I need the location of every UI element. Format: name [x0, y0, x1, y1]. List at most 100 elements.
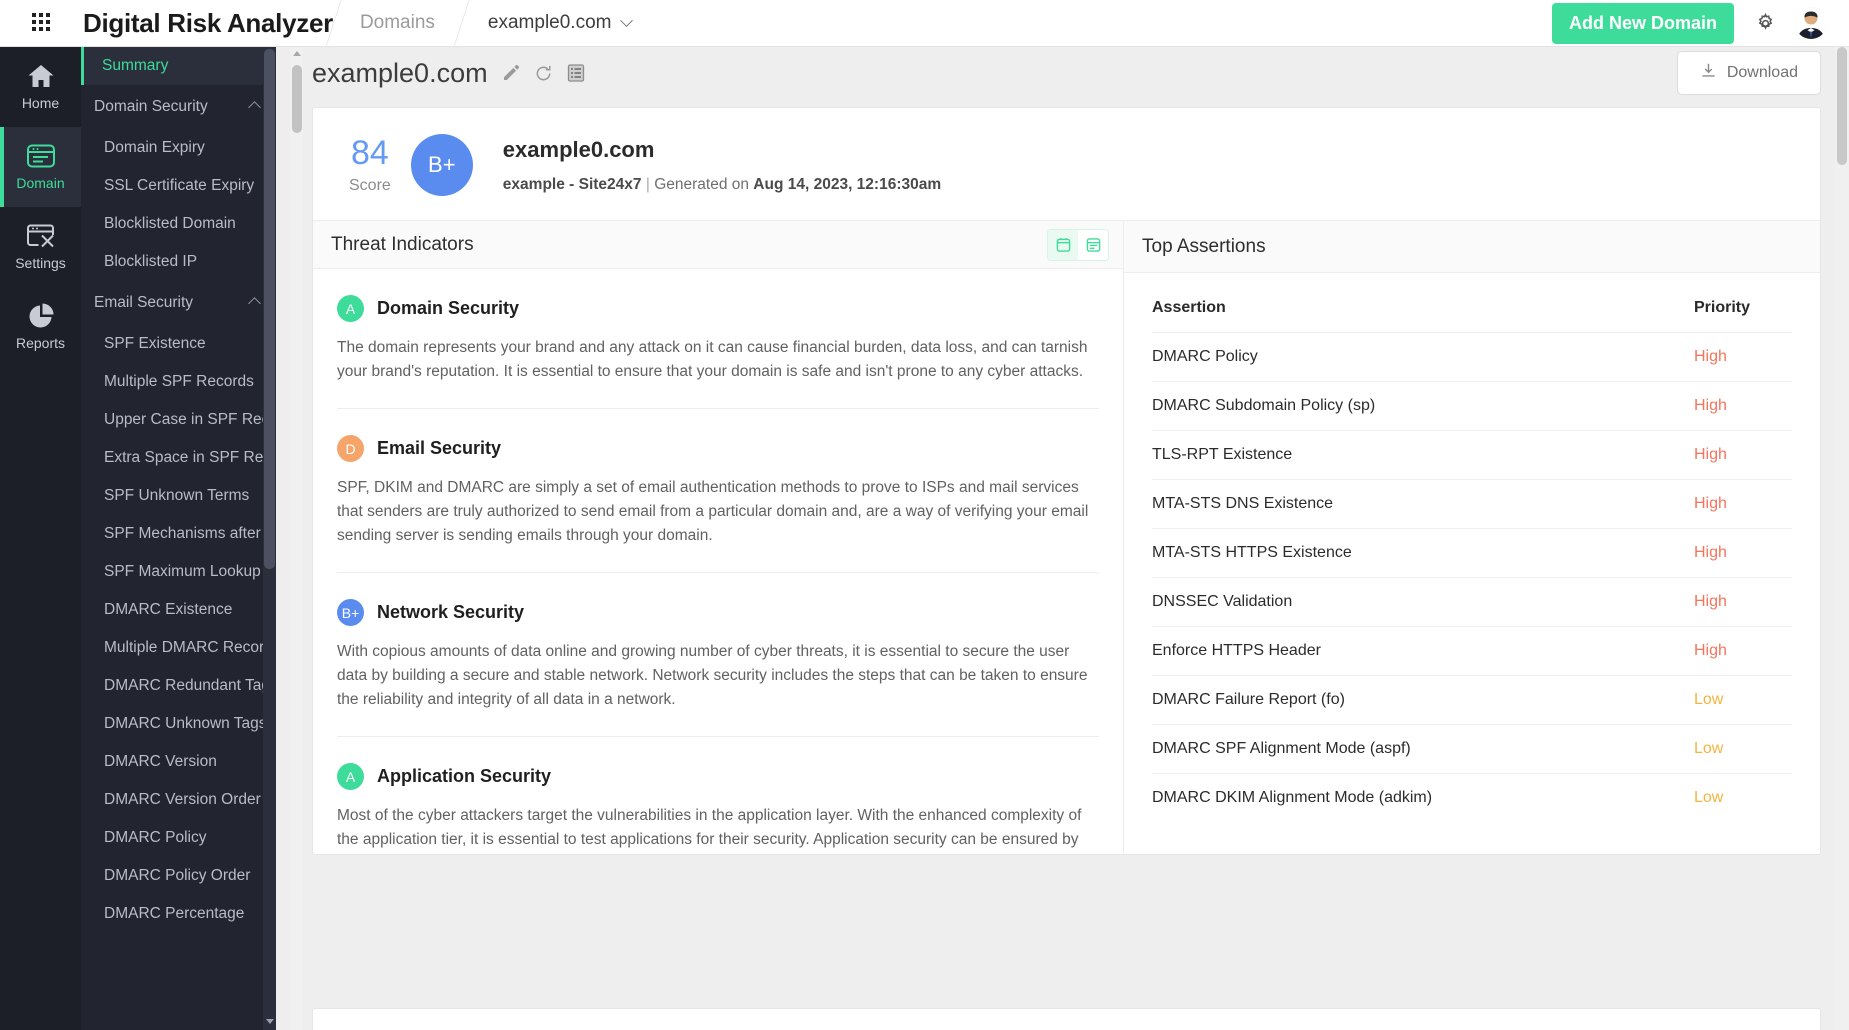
- primary-nav-rail: Home Domain Settings Reports: [0, 47, 81, 1030]
- sidebar-item-1-11[interactable]: DMARC Version: [81, 743, 276, 781]
- sidebar-item-1-3[interactable]: Extra Space in SPF Record: [81, 439, 276, 477]
- table-row[interactable]: DMARC SPF Alignment Mode (aspf) Low: [1152, 724, 1792, 774]
- domain-window-icon: [26, 143, 56, 169]
- score-block: 84 Score: [349, 136, 391, 195]
- table-row[interactable]: DMARC Failure Report (fo) Low: [1152, 675, 1792, 725]
- sidebar-scrollbar[interactable]: [263, 47, 276, 1030]
- sidebar-item-settings[interactable]: Settings: [0, 207, 81, 287]
- assertion-priority: Low: [1694, 789, 1724, 806]
- board-columns: Threat Indicators A Domain Security The …: [313, 221, 1820, 854]
- view-toggle-group: [1047, 228, 1109, 261]
- summary-board: 84 Score B+ example0.com example - Site2…: [312, 107, 1821, 855]
- grid-apps-icon[interactable]: [32, 13, 52, 33]
- list-view-icon[interactable]: [1078, 229, 1108, 260]
- content-scrollbar[interactable]: [290, 47, 303, 1030]
- main-scrollbar[interactable]: [1835, 47, 1849, 1030]
- threat-indicator-head: A Application Security: [337, 763, 1099, 791]
- card-view-icon[interactable]: [1048, 229, 1078, 260]
- chevron-up-icon: [248, 100, 261, 114]
- sidebar-item-1-1[interactable]: Multiple SPF Records: [81, 363, 276, 401]
- table-row[interactable]: TLS-RPT Existence High: [1152, 430, 1792, 480]
- breadcrumb-domains[interactable]: Domains: [334, 0, 461, 47]
- sidebar-item-0-2[interactable]: Blocklisted Domain: [81, 205, 276, 243]
- threat-indicator-description: Most of the cyber attackers target the v…: [337, 807, 1082, 849]
- sidebar-item-0-1[interactable]: SSL Certificate Expiry: [81, 167, 276, 205]
- assertion-priority: High: [1682, 381, 1792, 431]
- sidebar-scroll-down-icon[interactable]: [263, 1012, 276, 1030]
- add-new-domain-button[interactable]: Add New Domain: [1551, 2, 1734, 44]
- table-row[interactable]: DNSSEC Validation High: [1152, 577, 1792, 627]
- threat-indicator-description: With copious amounts of data online and …: [337, 643, 1088, 709]
- content-scrollbar-thumb[interactable]: [292, 65, 302, 133]
- content-scroll-up-icon[interactable]: [292, 51, 301, 56]
- table-row[interactable]: MTA-STS HTTPS Existence High: [1152, 528, 1792, 578]
- next-section-card: [312, 1008, 1821, 1030]
- sidebar-item-1-8[interactable]: Multiple DMARC Records: [81, 629, 276, 667]
- column-header-priority: Priority: [1682, 273, 1792, 333]
- sidebar-item-summary[interactable]: Summary: [81, 47, 276, 85]
- assertion-priority: Low: [1682, 724, 1792, 774]
- main-scrollbar-thumb[interactable]: [1837, 47, 1847, 165]
- threat-indicators-title: Threat Indicators: [331, 233, 474, 255]
- sidebar-group-label: Email Security: [94, 294, 194, 311]
- sidebar-item-0-3[interactable]: Blocklisted IP: [81, 243, 276, 281]
- assertion-name: TLS-RPT Existence: [1152, 430, 1682, 480]
- pencil-icon[interactable]: [502, 64, 520, 82]
- assertion-priority: High: [1682, 430, 1792, 480]
- assertion-name: DMARC Failure Report (fo): [1152, 675, 1682, 725]
- sidebar-item-0-0[interactable]: Domain Expiry: [81, 129, 276, 167]
- sidebar-group-0[interactable]: Domain Security: [81, 85, 276, 129]
- gear-icon[interactable]: [1753, 11, 1777, 35]
- assertion-priority: High: [1682, 479, 1792, 529]
- threat-indicator-grade-badge: A: [337, 295, 364, 323]
- rail-label-settings: Settings: [15, 255, 66, 271]
- top-bar-actions: Add New Domain: [1551, 2, 1849, 44]
- table-row[interactable]: DMARC Policy High: [1152, 332, 1792, 382]
- sidebar-item-1-15[interactable]: DMARC Percentage: [81, 895, 276, 933]
- sidebar-list: Summary Domain Security Domain Expiry SSL C…: [81, 47, 276, 963]
- sidebar-item-1-2[interactable]: Upper Case in SPF Recor...: [81, 401, 276, 439]
- threat-indicator-name: Network Security: [377, 602, 525, 623]
- table-row[interactable]: DMARC DKIM Alignment Mode (adkim) Low: [1152, 774, 1792, 823]
- sidebar-item-1-4[interactable]: SPF Unknown Terms: [81, 477, 276, 515]
- sidebar-item-1-14[interactable]: DMARC Policy Order: [81, 857, 276, 895]
- assertion-name: DMARC DKIM Alignment Mode (adkim): [1152, 789, 1433, 806]
- sidebar-item-1-10[interactable]: DMARC Unknown Tags: [81, 705, 276, 743]
- checklist-icon[interactable]: [567, 64, 585, 82]
- assertion-priority: High: [1682, 332, 1792, 382]
- breadcrumb-domain-selector[interactable]: example0.com: [462, 0, 658, 47]
- sidebar-group-1[interactable]: Email Security: [81, 281, 276, 325]
- pie-chart-icon: [27, 303, 55, 329]
- table-row[interactable]: DMARC Subdomain Policy (sp) High: [1152, 381, 1792, 431]
- sidebar-item-1-0[interactable]: SPF Existence: [81, 325, 276, 363]
- score-label: Score: [349, 176, 391, 194]
- sidebar-item-domain[interactable]: Domain: [0, 127, 81, 207]
- assertion-name: DMARC Policy: [1152, 332, 1682, 382]
- table-row[interactable]: Enforce HTTPS Header High: [1152, 626, 1792, 676]
- main-header: example0.com Download: [276, 47, 1849, 99]
- top-assertions-table: Assertion Priority DMARC Policy High DMARC…: [1152, 273, 1792, 822]
- avatar[interactable]: [1795, 7, 1827, 39]
- table-header-row: Assertion Priority: [1152, 273, 1792, 333]
- sidebar-item-reports[interactable]: Reports: [0, 287, 81, 367]
- download-button[interactable]: Download: [1676, 51, 1821, 95]
- sidebar-item-1-6[interactable]: SPF Maximum Lookup: [81, 553, 276, 591]
- top-bar: Digital Risk Analyzer Domains example0.c…: [0, 0, 1849, 47]
- sidebar-item-home[interactable]: Home: [0, 47, 81, 127]
- table-row[interactable]: MTA-STS DNS Existence High: [1152, 479, 1792, 529]
- score-value: 84: [350, 133, 389, 172]
- sidebar-item-1-7[interactable]: DMARC Existence: [81, 591, 276, 629]
- refresh-icon[interactable]: [534, 64, 553, 83]
- sidebar-item-1-5[interactable]: SPF Mechanisms after "all": [81, 515, 276, 553]
- assertion-priority: High: [1682, 626, 1792, 676]
- sidebar-item-1-13[interactable]: DMARC Policy: [81, 819, 276, 857]
- rail-label-reports: Reports: [15, 335, 66, 351]
- sidebar-item-1-12[interactable]: DMARC Version Order: [81, 781, 276, 819]
- threat-indicator-head: D Email Security: [337, 435, 1099, 463]
- sidebar-scrollbar-thumb[interactable]: [264, 49, 275, 569]
- assertion-priority: High: [1682, 577, 1792, 627]
- score-meta: example0.com example - Site24x7 | Genera…: [503, 137, 941, 194]
- threat-indicators-list: A Domain Security The domain represents yo…: [313, 269, 1123, 854]
- threat-indicator-item: A Domain Security The domain represents yo…: [337, 269, 1099, 410]
- sidebar-item-1-9[interactable]: DMARC Redundant Tags: [81, 667, 276, 705]
